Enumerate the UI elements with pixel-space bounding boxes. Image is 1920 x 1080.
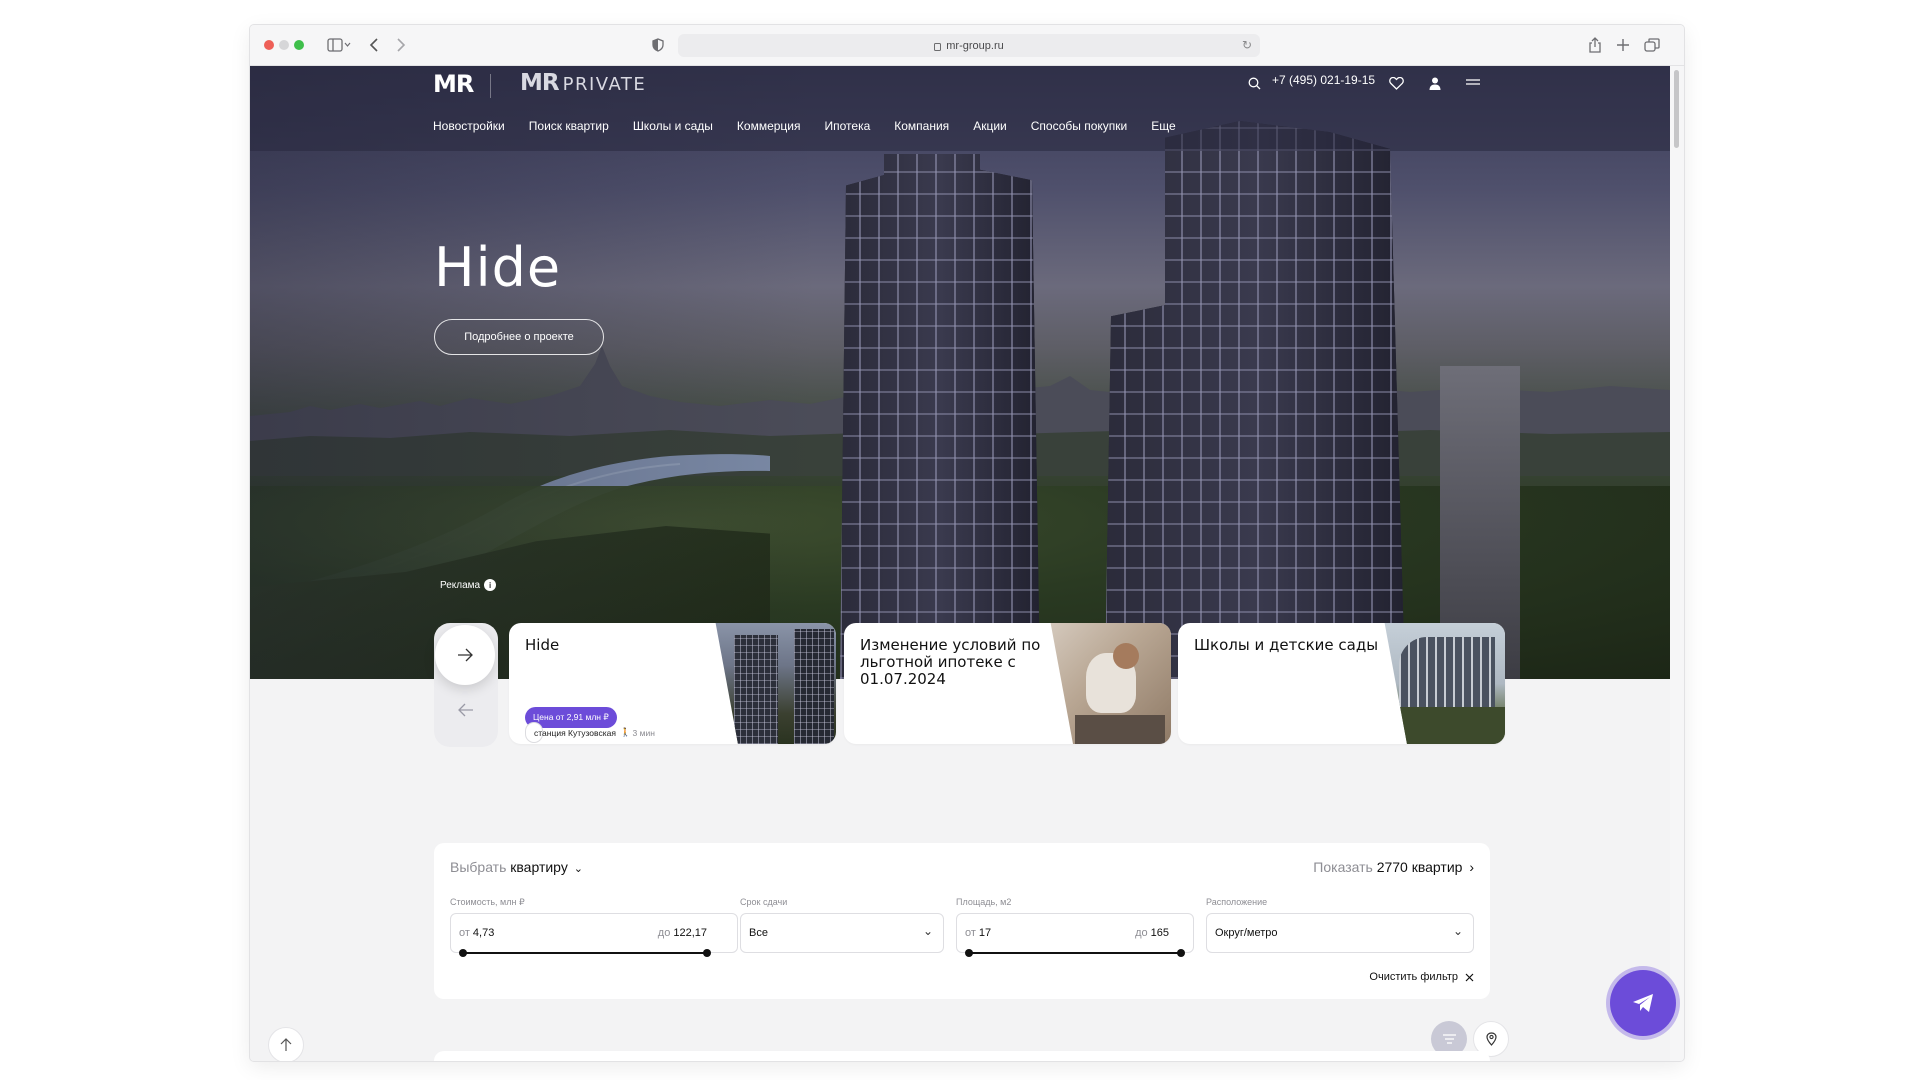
info-icon[interactable]: i — [484, 579, 497, 591]
price-filter-label: Стоимость, млн ₽ — [450, 897, 525, 907]
choose-property-type-dropdown[interactable]: Выбрать квартиру ⌄ — [450, 859, 583, 875]
page-viewport: MR MR PRIVATE +7 (495) 021-19-15 Новостр… — [250, 66, 1670, 1061]
close-icon — [1465, 973, 1474, 981]
chevron-down-icon: ⌄ — [1452, 924, 1463, 938]
promo-card-hide[interactable]: Hide станция Кутузовская 🚶 3 мин Цена от… — [509, 623, 836, 744]
price-max-handle[interactable] — [703, 949, 711, 957]
lock-icon — [934, 42, 942, 51]
show-results-link[interactable]: Показать 2770 квартир › — [1313, 859, 1474, 875]
telegram-chat-button[interactable] — [1610, 970, 1676, 1036]
mr-private-logo[interactable]: MR PRIVATE — [520, 70, 646, 96]
page-scrollbar[interactable] — [1670, 66, 1684, 1061]
card-title: Изменение условий по льготной ипотеке с … — [860, 636, 1041, 688]
tab-overview-icon[interactable] — [1643, 36, 1661, 54]
address-bar[interactable]: mr-group.ru ↻ — [678, 34, 1260, 57]
menu-hamburger-icon[interactable] — [1464, 71, 1482, 95]
nav-item-payment-methods[interactable]: Способы покупки — [1031, 119, 1128, 133]
sidebar-toggle-icon[interactable] — [324, 36, 354, 54]
zoom-window-button[interactable] — [294, 40, 304, 50]
forward-icon[interactable] — [393, 36, 409, 54]
area-min-handle[interactable] — [965, 949, 973, 957]
area-filter-label: Площадь, м2 — [956, 897, 1012, 907]
telegram-plane-icon — [1633, 994, 1653, 1012]
nav-item-promotions[interactable]: Акции — [973, 119, 1007, 133]
results-list-preview — [434, 1051, 1490, 1061]
browser-toolbar: mr-group.ru ↻ — [250, 25, 1684, 66]
apartment-filter-panel: Выбрать квартиру ⌄ Показать 2770 квартир… — [434, 843, 1490, 999]
price-to-value: 122,17 — [673, 927, 707, 939]
area-from-value: 17 — [978, 927, 992, 939]
carousel-next-button[interactable] — [435, 625, 495, 685]
nav-item-commercial[interactable]: Коммерция — [737, 119, 801, 133]
share-icon[interactable] — [1587, 36, 1603, 54]
location-filter-label: Расположение — [1206, 897, 1268, 907]
arrow-up-icon — [280, 1038, 292, 1051]
search-icon[interactable] — [1245, 71, 1263, 95]
area-max-handle[interactable] — [1177, 949, 1185, 957]
carousel-prev-button[interactable] — [450, 694, 482, 726]
new-tab-icon[interactable] — [1615, 36, 1631, 54]
mr-logo[interactable]: MR — [433, 70, 474, 98]
reload-icon[interactable]: ↻ — [1242, 38, 1252, 52]
nav-item-novostroyki[interactable]: Новостройки — [433, 119, 505, 133]
browser-window: mr-group.ru ↻ MR MR PRIVATE +7 (495) 021… — [250, 25, 1684, 1061]
card-title: Hide — [525, 636, 560, 654]
site-header: MR MR PRIVATE +7 (495) 021-19-15 Новостр… — [250, 66, 1670, 151]
area-to-value: 165 — [1150, 927, 1169, 939]
main-navigation: Новостройки Поиск квартир Школы и сады К… — [433, 119, 1200, 133]
deadline-select[interactable]: Все ⌄ — [740, 913, 944, 953]
project-details-button[interactable]: Подробнее о проекте — [434, 319, 604, 355]
walking-icon: 🚶 — [619, 727, 631, 737]
close-window-button[interactable] — [264, 40, 274, 50]
deadline-filter-label: Срок сдачи — [740, 897, 788, 907]
arrow-right-icon — [458, 648, 473, 662]
location-select[interactable]: Округ/метро ⌄ — [1206, 913, 1474, 953]
user-account-icon[interactable] — [1426, 71, 1444, 95]
ad-label: Реклама i — [440, 579, 497, 591]
url-text: mr-group.ru — [946, 39, 1004, 52]
nav-item-more[interactable]: Еще — [1151, 119, 1175, 133]
card-image-towers — [715, 623, 836, 744]
nav-item-schools[interactable]: Школы и сады — [633, 119, 713, 133]
back-icon[interactable] — [366, 36, 382, 54]
price-min-handle[interactable] — [459, 949, 467, 957]
card-image-family — [1050, 623, 1171, 744]
map-pin-icon — [1485, 1032, 1497, 1046]
promo-card-mortgage[interactable]: Изменение условий по льготной ипотеке с … — [844, 623, 1171, 744]
nav-item-company[interactable]: Компания — [894, 119, 949, 133]
minimize-window-button[interactable] — [279, 40, 289, 50]
price-from-value: 4,73 — [472, 927, 495, 939]
area-range-slider[interactable]: от 17 до 165 — [956, 913, 1194, 957]
hero-banner: MR MR PRIVATE +7 (495) 021-19-15 Новостр… — [250, 66, 1670, 679]
chevron-down-icon: ⌄ — [922, 924, 933, 938]
phone-link[interactable]: +7 (495) 021-19-15 — [1272, 73, 1375, 87]
nav-item-apartment-search[interactable]: Поиск квартир — [529, 119, 609, 133]
price-range-slider[interactable]: от 4,73 до 122,17 — [450, 913, 738, 957]
arrow-left-icon — [458, 703, 473, 717]
favorites-heart-icon[interactable] — [1387, 71, 1405, 95]
scrollbar-thumb[interactable] — [1674, 70, 1679, 148]
list-icon — [1442, 1034, 1456, 1044]
metro-station-chip: станция Кутузовская 🚶 3 мин — [525, 722, 655, 743]
chevron-down-icon: ⌄ — [573, 863, 583, 875]
promo-card-schools[interactable]: Школы и детские сады — [1178, 623, 1505, 744]
scroll-to-top-button[interactable] — [268, 1027, 304, 1061]
nav-item-mortgage[interactable]: Ипотека — [825, 119, 871, 133]
card-image-school-building — [1384, 623, 1505, 744]
clear-filter-button[interactable]: Очистить фильтр — [1369, 971, 1474, 983]
hero-title: Hide — [434, 236, 562, 299]
privacy-shield-icon[interactable] — [650, 36, 666, 54]
card-title: Школы и детские сады — [1194, 636, 1379, 654]
chevron-right-icon: › — [1469, 859, 1474, 875]
